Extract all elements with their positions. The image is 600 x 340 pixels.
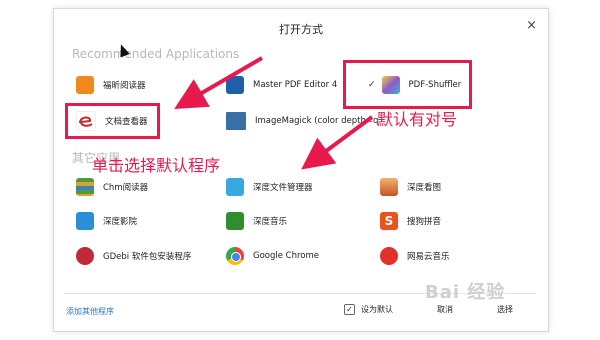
netease-music-icon bbox=[380, 247, 398, 265]
app-item-image-viewer[interactable]: 深度看图 bbox=[380, 175, 441, 199]
dialog-titlebar: 打开方式 × bbox=[54, 9, 548, 43]
checkbox-checked-icon: ✓ bbox=[344, 304, 355, 315]
app-item-document-viewer[interactable]: 文档查看器 bbox=[76, 109, 148, 133]
app-item-file-manager[interactable]: 深度文件管理器 bbox=[226, 175, 313, 199]
app-item-gdebi[interactable]: GDebi 软件包安装程序 bbox=[76, 244, 191, 268]
app-item-music[interactable]: 深度音乐 bbox=[226, 209, 287, 233]
app-label: 深度看图 bbox=[407, 183, 442, 193]
app-label: 文档查看器 bbox=[105, 117, 148, 127]
foxit-reader-icon bbox=[76, 76, 94, 94]
app-label: Master PDF Editor 4 bbox=[253, 80, 338, 90]
selected-check-icon: ✓ bbox=[368, 80, 376, 90]
cancel-button[interactable]: 取消 bbox=[437, 304, 453, 315]
app-label: GDebi 软件包安装程序 bbox=[103, 252, 192, 262]
gdebi-icon bbox=[76, 247, 94, 265]
app-label: ImageMagick (color depth=q bbox=[255, 116, 379, 126]
chrome-icon bbox=[226, 247, 244, 265]
master-pdf-icon bbox=[226, 76, 244, 94]
choose-button[interactable]: 选择 bbox=[497, 304, 513, 315]
app-label: 深度影院 bbox=[103, 217, 138, 227]
sogou-icon: S bbox=[380, 212, 398, 230]
app-label: 福昕阅读器 bbox=[103, 81, 146, 91]
add-other-program-link[interactable]: 添加其他程序 bbox=[66, 306, 114, 317]
movie-icon bbox=[76, 212, 94, 230]
footer-divider bbox=[64, 293, 536, 294]
app-item-chm[interactable]: Chm阅读器 bbox=[76, 175, 148, 199]
app-label: 网易云音乐 bbox=[407, 252, 450, 262]
app-item-pdf-shuffler[interactable]: ✓ PDF-Shuffler bbox=[368, 73, 461, 97]
music-icon bbox=[226, 212, 244, 230]
app-label: Google Chrome bbox=[253, 251, 320, 261]
section-other: 其它应用 bbox=[72, 151, 121, 165]
section-recommended: Recommended Applications bbox=[72, 47, 240, 61]
pdf-shuffler-icon bbox=[381, 76, 400, 94]
app-item-sogou[interactable]: S 搜狗拼音 bbox=[380, 209, 441, 233]
app-item-imagemagick[interactable]: ImageMagick (color depth=q bbox=[226, 109, 378, 133]
document-viewer-icon bbox=[76, 111, 96, 131]
app-item-netease-music[interactable]: 网易云音乐 bbox=[380, 244, 450, 268]
app-label: 深度音乐 bbox=[253, 217, 288, 227]
open-with-dialog: 打开方式 × Recommended Applications 福昕阅读器 Ma… bbox=[53, 8, 549, 332]
app-label: 深度文件管理器 bbox=[253, 183, 313, 193]
file-manager-icon bbox=[226, 178, 244, 196]
app-item-movie[interactable]: 深度影院 bbox=[76, 209, 137, 233]
set-default-checkbox[interactable]: ✓ 设为默认 bbox=[344, 304, 393, 315]
app-item-foxit[interactable]: 福昕阅读器 bbox=[76, 73, 146, 97]
app-item-chrome[interactable]: Google Chrome bbox=[226, 244, 319, 268]
dialog-title: 打开方式 bbox=[279, 23, 323, 36]
image-viewer-icon bbox=[380, 178, 398, 196]
chm-reader-icon bbox=[76, 178, 94, 196]
set-default-label: 设为默认 bbox=[361, 305, 393, 314]
imagemagick-icon bbox=[226, 112, 246, 130]
app-label: PDF-Shuffler bbox=[408, 80, 462, 90]
app-label: 搜狗拼音 bbox=[407, 217, 442, 227]
close-icon[interactable]: × bbox=[526, 19, 537, 33]
app-item-master-pdf[interactable]: Master PDF Editor 4 bbox=[226, 73, 337, 97]
app-label: Chm阅读器 bbox=[103, 183, 149, 193]
